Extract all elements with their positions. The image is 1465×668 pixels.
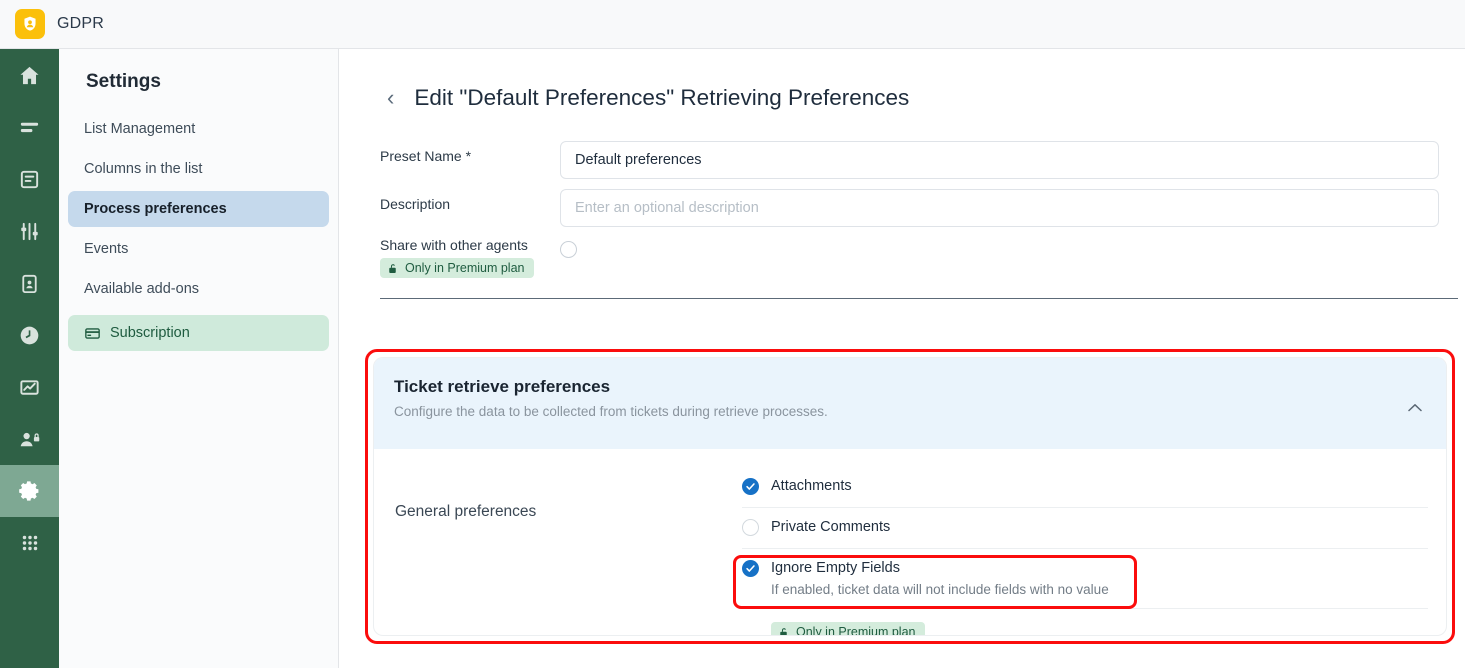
checkbox-description: If enabled, ticket data will not include…	[771, 582, 1109, 597]
sidebar-item-label: Columns in the list	[84, 161, 203, 177]
sidebar-item-list-management[interactable]: List Management	[68, 111, 329, 147]
rail-item-privacy[interactable]	[0, 413, 59, 465]
preset-name-row: Preset Name *	[380, 141, 1465, 179]
private-comments-checkbox[interactable]	[742, 519, 759, 536]
clock-icon	[20, 326, 39, 344]
premium-badge-wrapper: Only in Premium plan	[742, 609, 1428, 635]
list-icon	[20, 122, 39, 132]
gear-icon	[18, 481, 38, 501]
rail-item-home[interactable]	[0, 49, 59, 101]
premium-badge-label: Only in Premium plan	[796, 625, 916, 635]
icon-rail	[0, 49, 59, 668]
page-title: Edit "Default Preferences" Retrieving Pr…	[414, 85, 910, 110]
share-with-agents-row: Share with other agents Only in Premium …	[380, 237, 1465, 278]
chart-icon	[20, 379, 39, 395]
rail-item-settings[interactable]	[0, 465, 59, 517]
brand-name: GDPR	[57, 15, 105, 32]
sidebar-item-label: Available add-ons	[84, 281, 200, 297]
rail-item-apps[interactable]	[0, 517, 59, 569]
grid-apps-icon	[22, 535, 37, 551]
preferences-checkbox-list: Attachments Private Comments Ignore Empt…	[742, 467, 1428, 635]
rail-item-lists[interactable]	[0, 101, 59, 153]
preset-name-label: Preset Name *	[380, 148, 472, 164]
checkbox-row-private-comments[interactable]: Private Comments	[742, 508, 1428, 549]
unlock-icon	[389, 263, 396, 273]
description-row: Description	[380, 189, 1465, 227]
ignore-empty-fields-checkbox[interactable]	[742, 560, 759, 577]
clipboard-user-icon	[22, 274, 37, 293]
section-subtitle: Configure the data to be collected from …	[394, 404, 828, 419]
sidebar-item-available-add-ons[interactable]: Available add-ons	[68, 271, 329, 307]
settings-heading: Settings	[86, 71, 161, 92]
settings-nav: Settings List Management Columns in the …	[59, 49, 339, 668]
shield-user-icon	[15, 9, 45, 39]
sidebar-item-label: Process preferences	[84, 201, 227, 217]
description-label: Description	[380, 196, 451, 212]
chevron-up-icon[interactable]	[1408, 399, 1422, 415]
chevron-left-icon[interactable]: ‹	[387, 87, 394, 109]
attachments-checkbox[interactable]	[742, 478, 759, 495]
page-header: ‹ Edit "Default Preferences" Retrieving …	[339, 49, 1465, 111]
checkbox-label: Private Comments	[771, 519, 891, 535]
sidebar-item-subscription[interactable]: Subscription	[68, 315, 329, 351]
form-divider	[380, 298, 1458, 299]
sidebar-item-columns-in-the-list[interactable]: Columns in the list	[68, 151, 329, 187]
premium-badge-label: Only in Premium plan	[405, 261, 525, 275]
section-title: Ticket retrieve preferences	[394, 377, 611, 396]
rail-item-requests[interactable]	[0, 257, 59, 309]
user-lock-icon	[20, 432, 40, 446]
general-preferences-label: General preferences	[395, 503, 537, 520]
brand[interactable]: GDPR	[0, 9, 104, 39]
top-bar: GDPR	[0, 0, 1465, 49]
preset-name-input[interactable]	[560, 141, 1439, 179]
rail-item-database[interactable]	[0, 153, 59, 205]
home-icon	[20, 66, 39, 84]
check-icon	[746, 565, 755, 572]
premium-badge-share: Only in Premium plan	[380, 258, 534, 278]
sidebar-item-label: Events	[84, 241, 129, 257]
unlock-icon	[780, 627, 787, 635]
rail-item-reports[interactable]	[0, 361, 59, 413]
check-icon	[746, 483, 755, 490]
checkbox-label: Attachments	[771, 478, 852, 494]
checkbox-label: Ignore Empty Fields	[771, 560, 900, 576]
app-root: GDPR Settings List Management Columns in…	[0, 0, 1465, 668]
description-input[interactable]	[560, 189, 1439, 227]
ticket-retrieve-preferences-card: Ticket retrieve preferences Configure th…	[374, 358, 1446, 635]
share-with-agents-label: Share with other agents	[380, 237, 528, 253]
sliders-icon	[21, 222, 38, 240]
sidebar-item-events[interactable]: Events	[68, 231, 329, 267]
premium-badge-ignore-empty-fields: Only in Premium plan	[771, 622, 925, 635]
rail-item-history[interactable]	[0, 309, 59, 361]
share-with-agents-toggle[interactable]	[560, 241, 577, 258]
checkbox-row-attachments[interactable]: Attachments	[742, 467, 1428, 508]
preset-form: Preset Name * Description Share with oth…	[339, 111, 1465, 278]
section-body: General preferences Attachments Private …	[374, 449, 1446, 635]
database-icon	[20, 170, 39, 188]
section-header[interactable]: Ticket retrieve preferences Configure th…	[374, 358, 1446, 449]
credit-card-icon	[85, 327, 100, 339]
sidebar-item-process-preferences[interactable]: Process preferences	[68, 191, 329, 227]
rail-item-filters[interactable]	[0, 205, 59, 257]
sidebar-item-label: List Management	[84, 121, 196, 137]
checkbox-row-ignore-empty-fields[interactable]: Ignore Empty Fields If enabled, ticket d…	[742, 549, 1428, 609]
sidebar-item-label: Subscription	[110, 325, 190, 341]
